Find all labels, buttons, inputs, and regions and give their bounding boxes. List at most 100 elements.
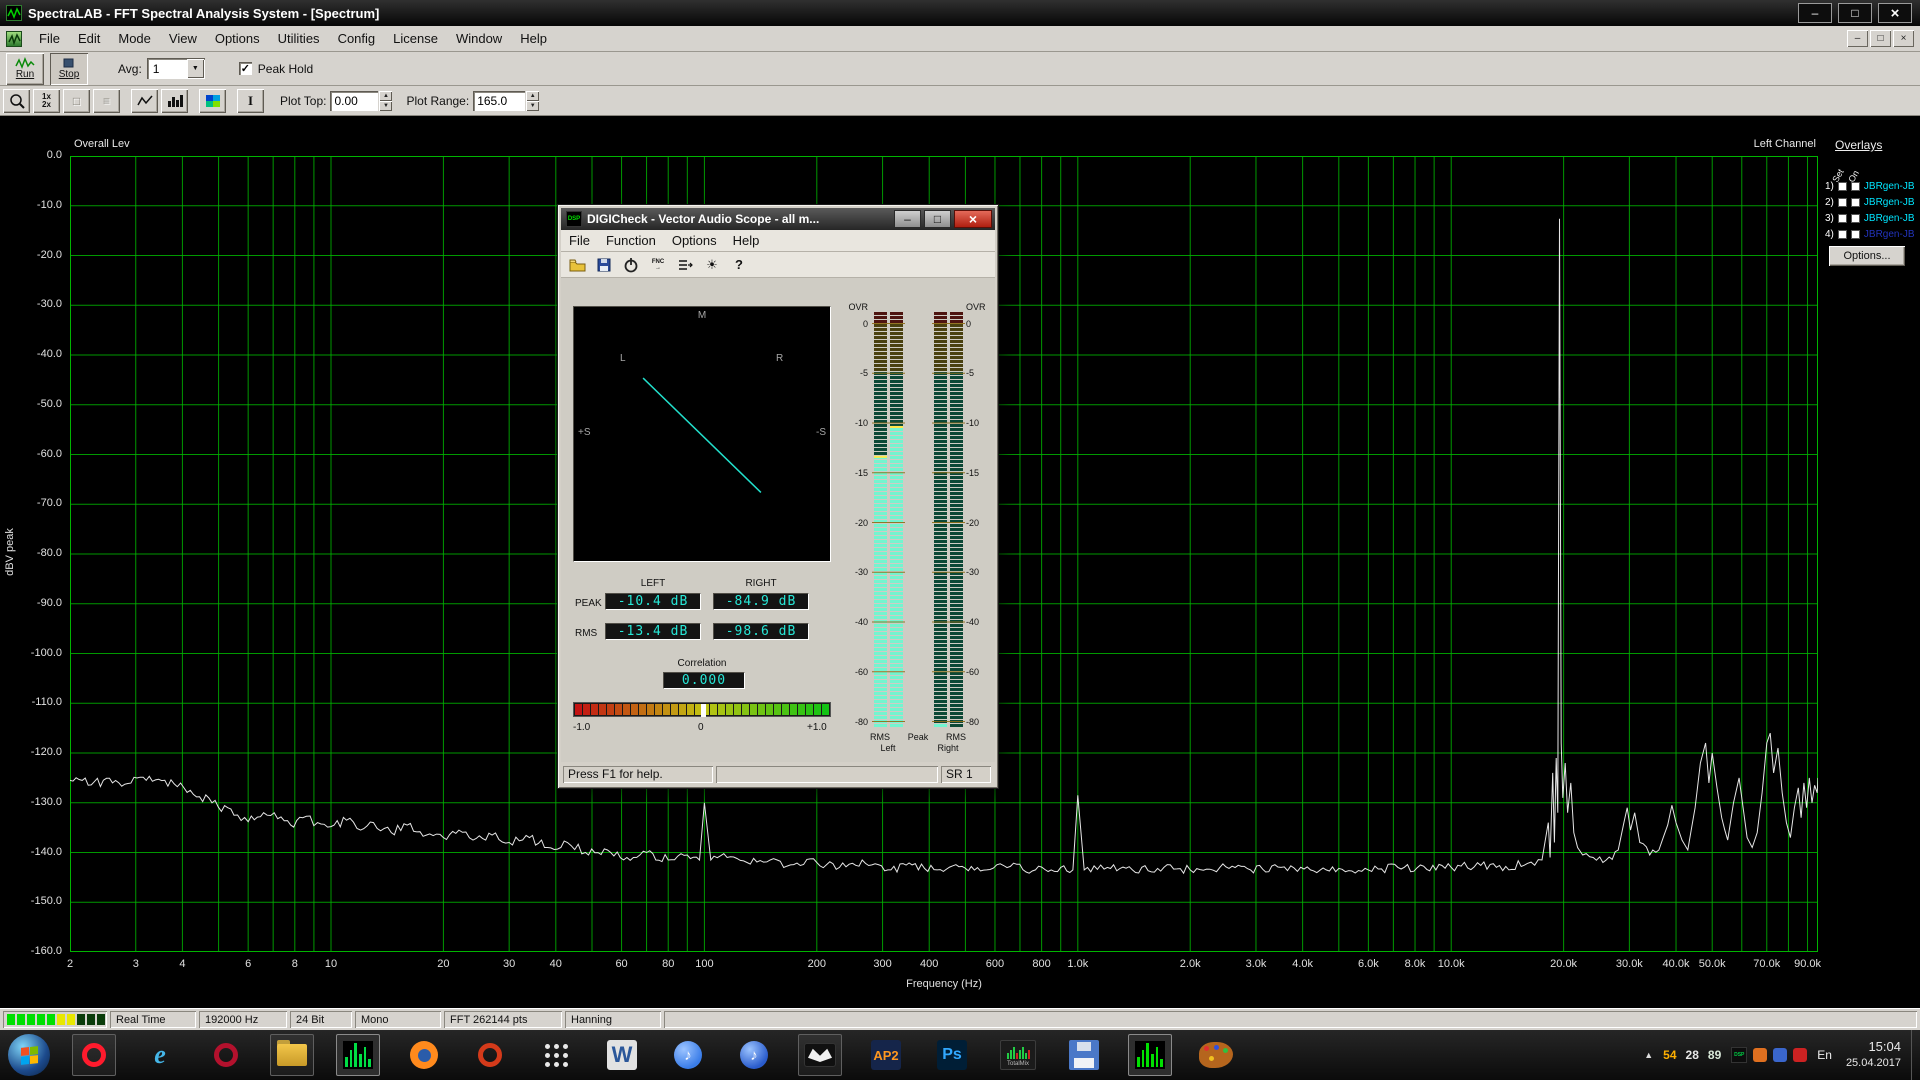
taskbar-internet-explorer[interactable]: e xyxy=(138,1034,182,1076)
minimize-button[interactable]: – xyxy=(1798,3,1832,23)
overlay-on-checkbox[interactable] xyxy=(1851,182,1860,191)
dc-titlebar[interactable]: DSP DIGICheck - Vector Audio Scope - all… xyxy=(561,208,995,230)
taskbar-firefox[interactable] xyxy=(402,1034,446,1076)
power-button[interactable] xyxy=(619,255,643,275)
show-desktop-button[interactable] xyxy=(1911,1030,1918,1080)
meter-footer-label: Peak xyxy=(908,732,929,742)
dc-menu-item-options[interactable]: Options xyxy=(664,230,725,251)
save-file-button[interactable] xyxy=(592,255,616,275)
zoom-button[interactable] xyxy=(3,89,30,113)
x-tick-label: 90.0k xyxy=(1794,958,1821,970)
mdi-child-icon[interactable] xyxy=(6,31,22,47)
overlay-on-checkbox[interactable] xyxy=(1851,214,1860,223)
spin-down-icon[interactable]: ▼ xyxy=(526,101,539,111)
menu-item-window[interactable]: Window xyxy=(447,26,511,51)
taskbar-word[interactable]: W xyxy=(600,1034,644,1076)
digicheck-window[interactable]: DSP DIGICheck - Vector Audio Scope - all… xyxy=(557,204,999,789)
taskbar-opera-beta[interactable] xyxy=(204,1034,248,1076)
overlay-set-checkbox[interactable] xyxy=(1838,230,1847,239)
spin-up-icon[interactable]: ▲ xyxy=(379,91,392,101)
transport-toolbar: Run Stop Avg: 1 ▼ ✓ Peak Hold xyxy=(0,52,1920,86)
peak-hold-checkbox[interactable]: ✓ xyxy=(239,62,252,75)
brightness-button[interactable]: ☀ xyxy=(700,255,724,275)
dc-maximize-button[interactable]: □ xyxy=(924,210,951,228)
status-filler xyxy=(664,1011,1917,1028)
tray-expand-button[interactable]: ▲ xyxy=(1644,1050,1653,1060)
taskbar-totalmix[interactable]: TotalMix xyxy=(996,1034,1040,1076)
taskbar-media-player[interactable] xyxy=(468,1034,512,1076)
overlay-set-checkbox[interactable] xyxy=(1838,182,1847,191)
led-block xyxy=(27,1014,35,1025)
dc-menu-item-function[interactable]: Function xyxy=(598,230,664,251)
preset-list-button[interactable] xyxy=(673,255,697,275)
taskbar-clock[interactable]: 15:04 25.04.2017 xyxy=(1846,1039,1901,1070)
menu-item-view[interactable]: View xyxy=(160,26,206,51)
taskbar-save-tool[interactable] xyxy=(1062,1034,1106,1076)
dc-menu-item-file[interactable]: File xyxy=(561,230,598,251)
dsp-logo-icon: DSP xyxy=(566,211,582,227)
menu-item-edit[interactable]: Edit xyxy=(69,26,109,51)
mdi-restore-button[interactable]: □ xyxy=(1870,30,1891,47)
plot-range-spinner[interactable]: ▲▼ xyxy=(526,91,539,111)
taskbar-spectralab[interactable] xyxy=(336,1034,380,1076)
close-button[interactable]: × xyxy=(1878,3,1912,23)
overlay-on-checkbox[interactable] xyxy=(1851,230,1860,239)
function-select-button[interactable]: FNC→ xyxy=(646,255,670,275)
taskbar-photoshop[interactable]: Ps xyxy=(930,1034,974,1076)
mdi-close-button[interactable]: × xyxy=(1893,30,1914,47)
overlay-set-checkbox[interactable] xyxy=(1838,214,1847,223)
tray-app-orange-icon[interactable] xyxy=(1753,1048,1767,1062)
cursor-button[interactable]: I xyxy=(237,89,264,113)
taskbar-itunes[interactable]: ♪ xyxy=(666,1034,710,1076)
line-plot-button[interactable] xyxy=(131,89,158,113)
plot-top-input[interactable]: 0.00 xyxy=(330,91,378,111)
spectrogram-button[interactable] xyxy=(199,89,226,113)
mdi-minimize-button[interactable]: – xyxy=(1847,30,1868,47)
bar-plot-button[interactable] xyxy=(161,89,188,113)
dc-menu-item-help[interactable]: Help xyxy=(725,230,768,251)
y-tick-label: -110.0 xyxy=(0,696,62,708)
taskbar-analyzer[interactable] xyxy=(1128,1034,1172,1076)
language-indicator[interactable]: En xyxy=(1817,1048,1832,1062)
meter-tick-label: 0 xyxy=(966,319,990,329)
start-button[interactable] xyxy=(8,1034,50,1076)
spin-up-icon[interactable]: ▲ xyxy=(526,91,539,101)
menu-item-options[interactable]: Options xyxy=(206,26,269,51)
menu-item-utilities[interactable]: Utilities xyxy=(269,26,329,51)
taskbar-app-grid[interactable] xyxy=(534,1034,578,1076)
overlay-on-checkbox[interactable] xyxy=(1851,198,1860,207)
maximize-button[interactable]: □ xyxy=(1838,3,1872,23)
menu-item-file[interactable]: File xyxy=(30,26,69,51)
taskbar-music-app[interactable]: ♪ xyxy=(732,1034,776,1076)
taskbar-file-explorer[interactable] xyxy=(270,1034,314,1076)
avg-select[interactable]: 1 ▼ xyxy=(147,58,205,79)
overlays-options-button[interactable]: Options... xyxy=(1829,246,1905,266)
menu-item-license[interactable]: License xyxy=(384,26,447,51)
help-button[interactable]: ? xyxy=(727,255,751,275)
menu-item-mode[interactable]: Mode xyxy=(109,26,160,51)
chevron-down-icon[interactable]: ▼ xyxy=(187,59,204,78)
stop-button[interactable]: Stop xyxy=(50,53,88,85)
plot-range-input[interactable]: 165.0 xyxy=(473,91,525,111)
x-tick-label: 400 xyxy=(920,958,938,970)
taskbar-ap2[interactable]: AP2 xyxy=(864,1034,908,1076)
dc-minimize-button[interactable]: – xyxy=(894,210,921,228)
taskbar-foobar2000[interactable] xyxy=(798,1034,842,1076)
overlay-row: 3)JBRgen-JB xyxy=(1823,210,1920,226)
menu-item-config[interactable]: Config xyxy=(329,26,385,51)
readout-rms-label: RMS xyxy=(575,628,597,639)
firefox-icon xyxy=(410,1041,438,1069)
run-button[interactable]: Run xyxy=(6,53,44,85)
taskbar-paint-palette[interactable] xyxy=(1194,1034,1238,1076)
spin-down-icon[interactable]: ▼ xyxy=(379,101,392,111)
tray-dsp-icon[interactable]: DSP xyxy=(1731,1047,1747,1063)
dc-close-button[interactable]: × xyxy=(954,210,992,228)
menu-item-help[interactable]: Help xyxy=(511,26,556,51)
open-file-button[interactable] xyxy=(565,255,589,275)
zoom-2x-button[interactable]: 1x2x xyxy=(33,89,60,113)
taskbar-opera[interactable] xyxy=(72,1034,116,1076)
tray-app-blue-icon[interactable] xyxy=(1773,1048,1787,1062)
overlay-set-checkbox[interactable] xyxy=(1838,198,1847,207)
plot-top-spinner[interactable]: ▲▼ xyxy=(379,91,392,111)
tray-app-red-icon[interactable] xyxy=(1793,1048,1807,1062)
